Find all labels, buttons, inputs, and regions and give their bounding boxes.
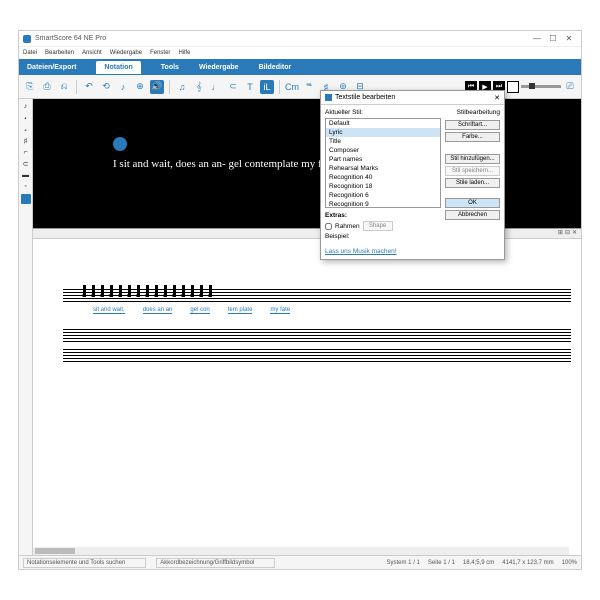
- view-icon[interactable]: ⊟: [565, 229, 570, 238]
- font-button[interactable]: Schriftart...: [445, 120, 500, 130]
- tab-bildeditor[interactable]: Bildeditor: [259, 64, 292, 71]
- menu-item[interactable]: Hilfe: [178, 50, 190, 56]
- menu-item[interactable]: Bearbeiten: [45, 50, 74, 56]
- shape-button: Shape: [363, 221, 393, 231]
- example-label: Beispiel:: [325, 233, 350, 240]
- ribbon-tabs: Dateien/Export Notation Tools Wiedergabe…: [19, 59, 581, 75]
- list-item[interactable]: Default: [326, 119, 440, 128]
- menubar: Datei Bearbeiten Ansicht Wiedergabe Fens…: [19, 47, 581, 59]
- list-item[interactable]: Recognition 9: [326, 200, 440, 208]
- extras-label: Extras:: [325, 212, 347, 219]
- list-item[interactable]: Recognition 6: [326, 191, 440, 200]
- tool-icon[interactable]: 𝆮: [302, 80, 316, 94]
- tool-icon[interactable]: 𝄞: [192, 80, 206, 94]
- tempo-slider[interactable]: [521, 85, 561, 88]
- palette-icon[interactable]: ⊂: [23, 160, 29, 168]
- list-item[interactable]: Title: [326, 137, 440, 146]
- status-size: 18,4;5,9 cm: [463, 560, 494, 566]
- list-item[interactable]: Recognition 18: [326, 182, 440, 191]
- tool-icon[interactable]: Cm: [285, 80, 299, 94]
- list-item[interactable]: Recognition 40: [326, 173, 440, 182]
- tab-dateien[interactable]: Dateien/Export: [27, 64, 76, 71]
- checkbox-label: Rahmen: [335, 223, 360, 230]
- dialog-icon: [325, 94, 332, 101]
- frame-checkbox[interactable]: [325, 223, 332, 230]
- statusbar: Notationselemente und Tools suchen Akkor…: [19, 555, 581, 569]
- palette-icon[interactable]: 𝅗: [24, 126, 26, 134]
- search-box[interactable]: Notationselemente und Tools suchen: [23, 558, 146, 568]
- style-edit-label: Stilbearbeitung: [445, 109, 500, 116]
- menu-item[interactable]: Fenster: [150, 50, 170, 56]
- list-item[interactable]: Lyric: [326, 128, 440, 137]
- horizontal-scrollbar[interactable]: [33, 547, 569, 555]
- add-style-button[interactable]: Stil hinzufügen...: [445, 154, 500, 164]
- titlebar: SmartScore 64 NE Pro — ☐ ✕: [19, 31, 581, 47]
- tool-icon[interactable]: ♪: [116, 80, 130, 94]
- tool-icon[interactable]: ⎘: [23, 80, 37, 94]
- text-styles-dialog: Textstile bearbeiten ✕ Aktueller Stil: D…: [320, 90, 505, 260]
- minimize-button[interactable]: —: [529, 34, 545, 43]
- list-item[interactable]: Composer: [326, 146, 440, 155]
- tool-icon[interactable]: ⊕: [133, 80, 147, 94]
- menu-item[interactable]: Wiedergabe: [110, 50, 142, 56]
- palette-icon[interactable]: ▬: [22, 172, 29, 179]
- status-system: System 1 / 1: [387, 560, 420, 566]
- chord-box[interactable]: Akkordbezeichnung/Griffbildsymbol: [156, 558, 275, 568]
- list-item[interactable]: Rehearsal Marks: [326, 164, 440, 173]
- view-icon[interactable]: ✕: [572, 229, 577, 238]
- load-styles-button[interactable]: Stile laden...: [445, 178, 500, 188]
- music-link[interactable]: Lass uns Musik machen!: [321, 244, 504, 259]
- tool-icon[interactable]: ♫: [175, 80, 189, 94]
- position-marker: [113, 137, 127, 151]
- window-title: SmartScore 64 NE Pro: [35, 35, 106, 42]
- app-icon: [23, 35, 31, 43]
- lyrics-display: I sit and wait, does an an- gel contempl…: [113, 158, 334, 170]
- palette-icon[interactable]: ♯: [24, 138, 28, 145]
- save-style-button: Stil speichern...: [445, 166, 500, 176]
- mixer-icon[interactable]: ⎚: [563, 80, 577, 94]
- tool-icon[interactable]: ⊂: [226, 80, 240, 94]
- speaker-icon[interactable]: 🔊: [150, 80, 164, 94]
- close-button[interactable]: ✕: [561, 34, 577, 43]
- view-icon[interactable]: ⊞: [558, 229, 563, 238]
- status-pos: 4141,7 x 123,7 mm: [502, 560, 553, 566]
- dialog-title: Textstile bearbeiten: [335, 94, 395, 101]
- score-view[interactable]: sit and wait, does an an gel con tem pla…: [33, 239, 581, 555]
- dialog-titlebar[interactable]: Textstile bearbeiten ✕: [321, 91, 504, 105]
- stop-icon[interactable]: ■: [507, 81, 519, 93]
- lyrics-tool-icon[interactable]: iL: [260, 80, 274, 94]
- menu-item[interactable]: Datei: [23, 50, 37, 56]
- tool-icon[interactable]: ⎙: [40, 80, 54, 94]
- status-zoom: 100%: [562, 560, 577, 566]
- tool-icon[interactable]: ⎌: [57, 80, 71, 94]
- list-item[interactable]: Part names: [326, 155, 440, 164]
- current-style-label: Aktueller Stil:: [325, 109, 441, 116]
- status-page: Seite 1 / 1: [428, 560, 455, 566]
- palette-icon[interactable]: [21, 194, 31, 204]
- maximize-button[interactable]: ☐: [545, 34, 561, 43]
- style-list[interactable]: Default Lyric Title Composer Part names …: [325, 118, 441, 208]
- tool-icon[interactable]: ♩: [209, 80, 223, 94]
- palette-icon[interactable]: ◦: [24, 183, 26, 190]
- tab-wiedergabe[interactable]: Wiedergabe: [199, 64, 239, 71]
- palette-icon[interactable]: ⌐: [23, 149, 27, 156]
- left-palette: ♪ 𝅘 𝅗 ♯ ⌐ ⊂ ▬ ◦: [19, 99, 33, 555]
- palette-icon[interactable]: ♪: [24, 103, 28, 110]
- tool-icon[interactable]: ⟲: [99, 80, 113, 94]
- tab-tools[interactable]: Tools: [161, 64, 179, 71]
- score-lyrics: sit and wait, does an an gel con tem pla…: [93, 307, 290, 314]
- ok-button[interactable]: OK: [445, 198, 500, 208]
- tool-icon[interactable]: ↶: [82, 80, 96, 94]
- palette-icon[interactable]: 𝅘: [24, 114, 26, 122]
- color-button[interactable]: Farbe...: [445, 132, 500, 142]
- cancel-button[interactable]: Abbrechen: [445, 210, 500, 220]
- close-icon[interactable]: ✕: [494, 94, 500, 102]
- tab-notation[interactable]: Notation: [96, 61, 140, 74]
- menu-item[interactable]: Ansicht: [82, 50, 102, 56]
- tool-icon[interactable]: T: [243, 80, 257, 94]
